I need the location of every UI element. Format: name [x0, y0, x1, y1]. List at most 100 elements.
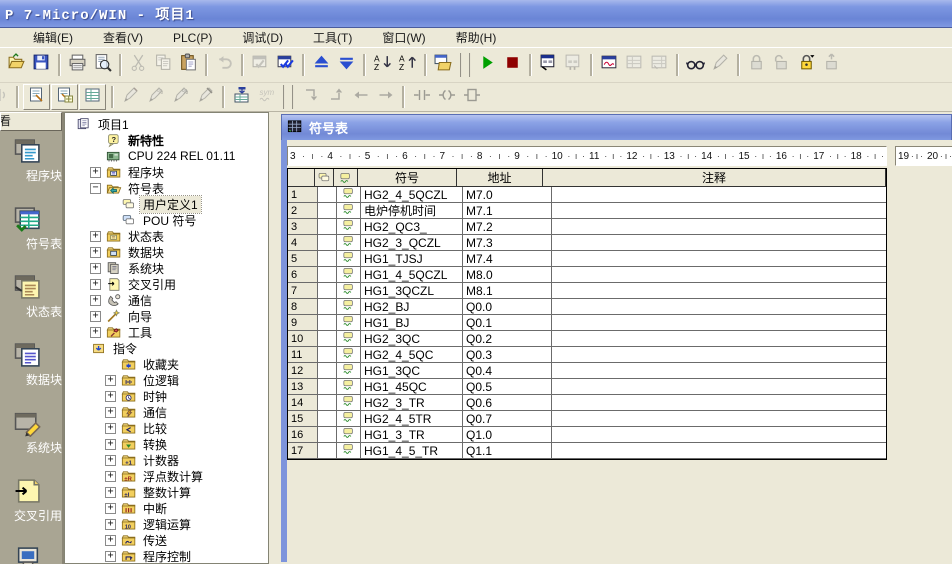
tree-item[interactable]: +数据块: [65, 244, 268, 260]
tree-item[interactable]: ?新特性: [65, 132, 268, 148]
overlap-cell[interactable]: [318, 315, 337, 331]
symbol-marker-cell[interactable]: [337, 363, 361, 379]
tree-item[interactable]: +位逻辑: [65, 372, 268, 388]
overlap-cell[interactable]: [318, 363, 337, 379]
save-button[interactable]: [29, 53, 54, 77]
comment-cell[interactable]: [552, 315, 886, 331]
symbol-marker-cell[interactable]: [337, 427, 361, 443]
address-cell[interactable]: M7.0: [463, 187, 552, 203]
chart-status-button[interactable]: [597, 53, 622, 77]
tree-item[interactable]: +中断: [65, 500, 268, 516]
symbol-marker-cell[interactable]: [337, 395, 361, 411]
overlap-cell[interactable]: [318, 427, 337, 443]
overlap-cell[interactable]: [318, 283, 337, 299]
menu-item-1[interactable]: 查看(V): [100, 28, 146, 47]
network-up-button[interactable]: [323, 85, 348, 109]
sidebar-item-5[interactable]: 交叉引用: [0, 471, 62, 539]
expand-icon[interactable]: +: [105, 391, 116, 402]
row-number[interactable]: 13: [288, 379, 318, 395]
tree-item[interactable]: +转换: [65, 436, 268, 452]
symbol-cell[interactable]: 电炉停机时间: [361, 203, 463, 219]
row-number[interactable]: 15: [288, 411, 318, 427]
symbol-cell[interactable]: HG2_3QC: [361, 331, 463, 347]
overlap-cell[interactable]: [318, 267, 337, 283]
row-number[interactable]: 2: [288, 203, 318, 219]
row-number[interactable]: 6: [288, 267, 318, 283]
overlap-cell[interactable]: [318, 395, 337, 411]
symbol-marker-cell[interactable]: [337, 347, 361, 363]
expand-icon[interactable]: +: [90, 311, 101, 322]
program-status-pause-button[interactable]: [561, 53, 586, 77]
symbol-cell[interactable]: HG1_BJ: [361, 315, 463, 331]
comment-cell[interactable]: [552, 299, 886, 315]
comment-cell[interactable]: [552, 203, 886, 219]
comment-cell[interactable]: [552, 267, 886, 283]
row-number[interactable]: 11: [288, 347, 318, 363]
pen-black-button[interactable]: [193, 85, 218, 109]
row-number[interactable]: 8: [288, 299, 318, 315]
symbol-marker-cell[interactable]: [337, 251, 361, 267]
row-number[interactable]: 7: [288, 283, 318, 299]
overlap-cell[interactable]: [318, 187, 337, 203]
symbol-marker-cell[interactable]: [337, 203, 361, 219]
address-cell[interactable]: Q0.0: [463, 299, 552, 315]
stop-button[interactable]: [500, 53, 525, 77]
program-status-button[interactable]: [536, 53, 561, 77]
unlock-button[interactable]: [769, 53, 794, 77]
comment-cell[interactable]: [552, 427, 886, 443]
comment-cell[interactable]: [552, 363, 886, 379]
pen-red-button[interactable]: [118, 85, 143, 109]
run-button[interactable]: [475, 53, 500, 77]
symbol-cell[interactable]: HG1_TJSJ: [361, 251, 463, 267]
view-table-button[interactable]: [79, 84, 106, 110]
address-cell[interactable]: Q0.3: [463, 347, 552, 363]
tree-item[interactable]: +向导: [65, 308, 268, 324]
overlap-cell[interactable]: [318, 219, 337, 235]
symbol-marker-cell[interactable]: [337, 411, 361, 427]
symbol-marker-cell[interactable]: [337, 267, 361, 283]
symbol-table-toggle-button[interactable]: [229, 85, 254, 109]
sort-ascending-button[interactable]: AZ: [370, 53, 395, 77]
row-number[interactable]: 17: [288, 443, 318, 459]
tree-item[interactable]: +通信: [65, 292, 268, 308]
expand-icon[interactable]: +: [105, 407, 116, 418]
symbol-table-titlebar[interactable]: 符号表: [281, 114, 952, 140]
cut-button[interactable]: [126, 53, 151, 77]
tree-item[interactable]: +通信: [65, 404, 268, 420]
symbol-marker-cell[interactable]: [337, 283, 361, 299]
comment-cell[interactable]: [552, 347, 886, 363]
tree-item[interactable]: +±R浮点数计算: [65, 468, 268, 484]
print-button[interactable]: [65, 53, 90, 77]
sidebar-item-4[interactable]: 系统块: [0, 403, 62, 471]
undo-button[interactable]: [212, 53, 237, 77]
coil-button[interactable]: [434, 85, 459, 109]
overlap-cell[interactable]: [318, 443, 337, 459]
overlap-cell[interactable]: [318, 299, 337, 315]
address-cell[interactable]: Q0.4: [463, 363, 552, 379]
comment-cell[interactable]: [552, 219, 886, 235]
tree-item[interactable]: CPU 224 REL 01.11: [65, 148, 268, 164]
symbol-marker-cell[interactable]: [337, 219, 361, 235]
sidebar-item-6[interactable]: 通信: [0, 539, 62, 564]
expand-icon[interactable]: +: [90, 231, 101, 242]
tree-item[interactable]: +系统块: [65, 260, 268, 276]
symbol-cell[interactable]: HG2_4_5QCZL: [361, 187, 463, 203]
print-preview-button[interactable]: [90, 53, 115, 77]
expand-icon[interactable]: +: [90, 279, 101, 290]
tree-item[interactable]: 用户定义1: [65, 196, 268, 212]
tree-item[interactable]: +时钟: [65, 388, 268, 404]
comment-cell[interactable]: [552, 187, 886, 203]
tree-item[interactable]: POU 符号: [65, 212, 268, 228]
address-cell[interactable]: Q1.0: [463, 427, 552, 443]
contact-button[interactable]: [409, 85, 434, 109]
password-lock-button[interactable]: [794, 53, 819, 77]
expand-icon[interactable]: +: [90, 263, 101, 274]
expand-icon[interactable]: +: [105, 375, 116, 386]
tree-item[interactable]: +程序块: [65, 164, 268, 180]
expand-icon[interactable]: +: [105, 439, 116, 450]
tree-item[interactable]: ++1计数器: [65, 452, 268, 468]
row-number[interactable]: 14: [288, 395, 318, 411]
tree-item[interactable]: +传送: [65, 532, 268, 548]
menu-item-5[interactable]: 窗口(W): [379, 28, 428, 47]
symbol-marker-cell[interactable]: [337, 187, 361, 203]
